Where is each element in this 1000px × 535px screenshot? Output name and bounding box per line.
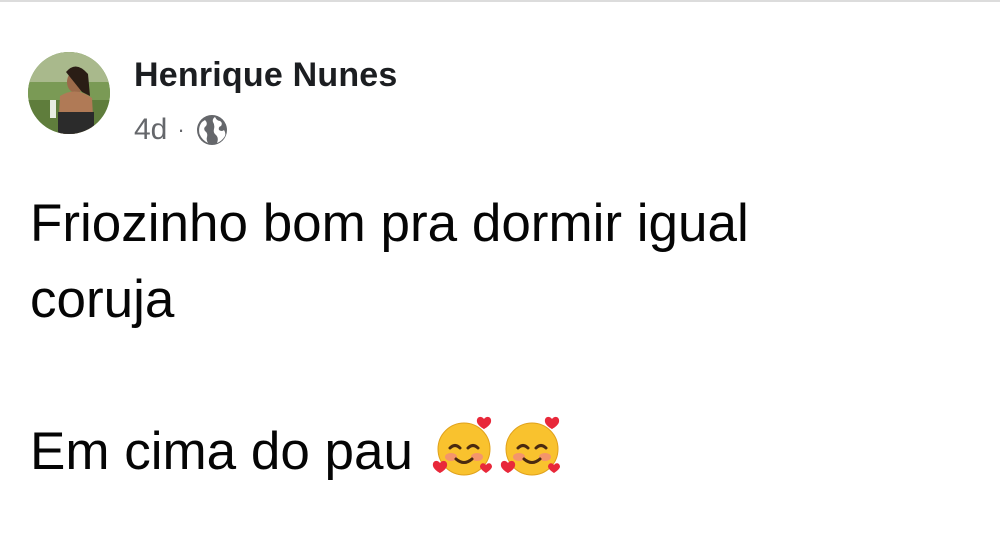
post-meta: 4d · <box>134 110 229 150</box>
post-text-line-last: Em cima do pau <box>30 414 970 490</box>
globe-icon[interactable] <box>195 113 229 147</box>
author-name[interactable]: Henrique Nunes <box>134 54 398 96</box>
post-text: Friozinho bom pra dormir igual coruja Em… <box>30 186 970 490</box>
meta-separator: · <box>177 117 185 142</box>
smiling-face-with-hearts-icon <box>432 415 496 479</box>
avatar[interactable] <box>28 52 110 134</box>
facebook-post: Henrique Nunes 4d · Friozinho bom pra do… <box>0 0 1000 535</box>
post-text-line-content: Em cima do pau <box>30 422 413 481</box>
post-text-line: coruja <box>30 270 175 329</box>
smiling-face-with-hearts-icon <box>500 415 564 479</box>
post-text-line: Friozinho bom pra dormir igual <box>30 194 749 253</box>
timestamp[interactable]: 4d <box>134 110 167 150</box>
